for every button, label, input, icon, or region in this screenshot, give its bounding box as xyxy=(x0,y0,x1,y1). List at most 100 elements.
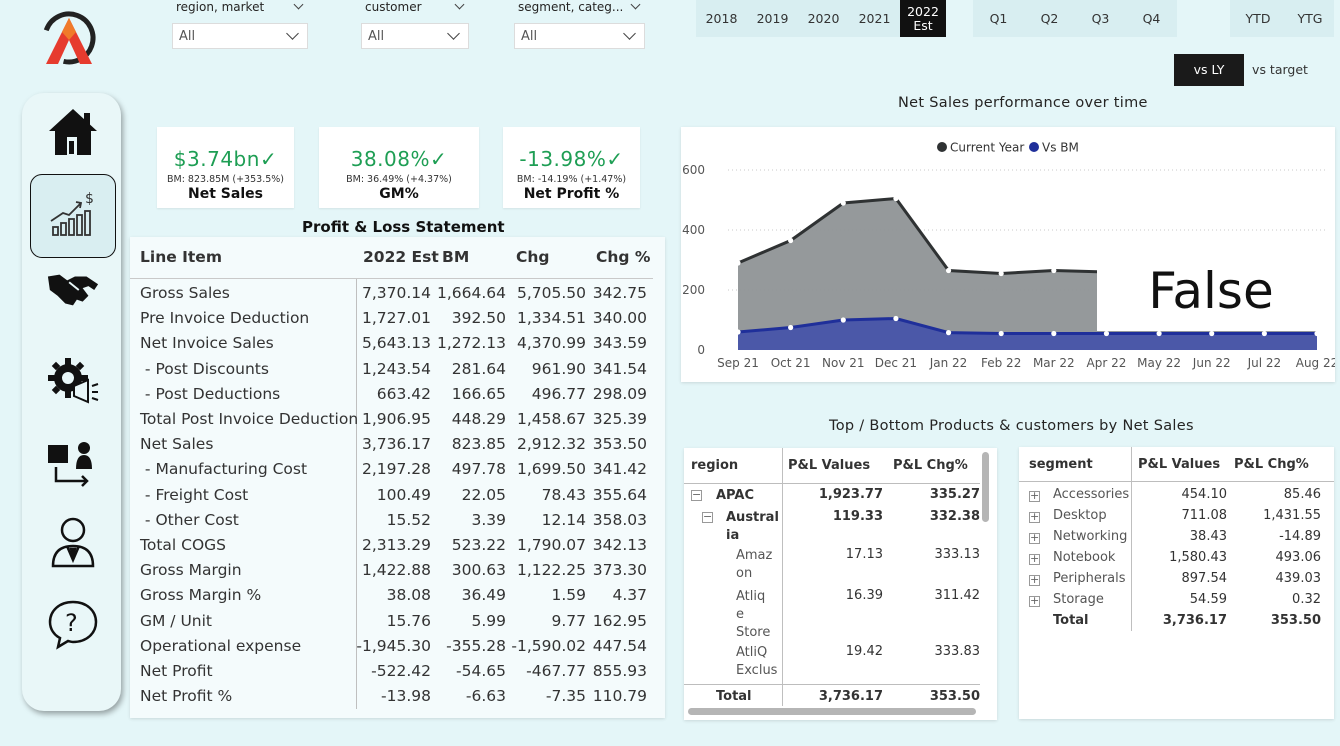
pl-title: Profit & Loss Statement xyxy=(302,218,505,236)
growth-chart-icon[interactable]: $ xyxy=(46,187,100,241)
data-point[interactable] xyxy=(840,200,846,206)
table-row: GM / Unit 15.76 5.99 9.77 162.95 xyxy=(130,609,653,634)
col-header-chg-percent[interactable]: Chg % xyxy=(596,248,650,266)
year-button-2022-est[interactable]: 2022 Est xyxy=(900,0,946,37)
data-point[interactable] xyxy=(893,195,899,202)
filter-select[interactable]: All xyxy=(514,23,645,49)
data-point[interactable] xyxy=(735,329,741,335)
vs-target-button[interactable]: vs target xyxy=(1244,54,1316,86)
filter-customer[interactable]: customer All xyxy=(361,0,469,49)
x-tick-label: Jun 22 xyxy=(1192,356,1231,370)
chevron-down-icon[interactable] xyxy=(454,0,465,10)
col-header-line-item[interactable]: Line Item xyxy=(140,248,222,266)
data-point[interactable] xyxy=(1261,330,1267,337)
col-header-pl-values[interactable]: P&L Values xyxy=(1138,457,1220,472)
year-button-2020[interactable]: 2020 xyxy=(798,0,849,37)
row-label: Net Invoice Sales xyxy=(140,334,274,353)
row-cell: 1.59 xyxy=(551,586,586,605)
ytd-button[interactable]: YTD xyxy=(1230,0,1286,37)
vs-ly-button[interactable]: vs LY xyxy=(1174,54,1244,86)
data-point[interactable] xyxy=(788,237,794,244)
home-icon[interactable] xyxy=(46,105,100,159)
expand-icon[interactable]: + xyxy=(1029,595,1040,607)
x-tick-label: Apr 22 xyxy=(1087,356,1127,370)
collapse-icon[interactable]: − xyxy=(702,511,713,523)
filter-select[interactable]: All xyxy=(172,23,308,49)
data-point[interactable] xyxy=(945,267,952,274)
handshake-icon[interactable] xyxy=(46,263,100,317)
row-cell: 1,699.50 xyxy=(516,460,586,479)
horizontal-scrollbar[interactable] xyxy=(688,708,976,715)
data-point[interactable] xyxy=(1209,330,1215,337)
data-point[interactable] xyxy=(735,260,741,266)
expand-icon[interactable]: + xyxy=(1029,511,1040,523)
segment-chg: -14.89 xyxy=(1279,529,1321,544)
year-button-2019[interactable]: 2019 xyxy=(747,0,798,37)
collapse-icon[interactable]: − xyxy=(691,489,702,501)
row-cell: 342.75 xyxy=(592,284,647,302)
row-cell: 281.64 xyxy=(451,359,506,378)
expand-icon[interactable]: + xyxy=(1029,574,1040,586)
region-name: Amaz on xyxy=(736,548,773,581)
quarter-button-q2[interactable]: Q2 xyxy=(1024,0,1075,37)
legend-label[interactable]: Current Year xyxy=(950,141,1024,155)
settings-megaphone-icon[interactable] xyxy=(46,355,100,409)
col-header-pl-values[interactable]: P&L Values xyxy=(788,458,870,473)
segment-value: 897.54 xyxy=(1181,571,1228,586)
col-header-segment[interactable]: segment xyxy=(1029,457,1093,472)
data-point[interactable] xyxy=(840,317,846,323)
row-cell: 392.50 xyxy=(451,309,506,328)
data-point[interactable] xyxy=(1051,267,1057,274)
row-cell: 166.65 xyxy=(451,384,506,403)
filter-region-market[interactable]: region, market All xyxy=(172,0,308,49)
product-customer-icon[interactable] xyxy=(46,437,100,491)
vertical-scrollbar[interactable] xyxy=(982,452,989,522)
data-point[interactable] xyxy=(945,330,952,336)
x-tick-label: Sep 21 xyxy=(717,356,759,370)
segment-name: Notebook xyxy=(1053,550,1116,565)
column-divider xyxy=(782,448,783,706)
table-row: Gross Margin 1,422.88 300.63 1,122.25 373.30 xyxy=(130,558,653,583)
quarter-button-q1[interactable]: Q1 xyxy=(973,0,1024,37)
help-icon[interactable]: ? xyxy=(46,597,100,651)
filter-label: customer xyxy=(365,0,422,14)
col-header-bm[interactable]: BM xyxy=(442,248,469,266)
year-button-2018[interactable]: 2018 xyxy=(696,0,747,37)
expand-icon[interactable]: + xyxy=(1029,553,1040,565)
col-header-2022-est[interactable]: 2022 Est xyxy=(363,248,439,266)
data-point[interactable] xyxy=(998,270,1004,277)
data-point[interactable] xyxy=(998,330,1004,337)
expand-icon[interactable]: + xyxy=(1029,532,1040,544)
year-button-2021[interactable]: 2021 xyxy=(849,0,900,37)
col-header-pl-chg[interactable]: P&L Chg% xyxy=(1234,457,1309,472)
col-header-chg[interactable]: Chg xyxy=(516,248,550,266)
executive-user-icon[interactable] xyxy=(46,515,100,569)
col-header-pl-chg[interactable]: P&L Chg% xyxy=(893,458,968,473)
col-header-region[interactable]: region xyxy=(691,458,738,473)
data-point[interactable] xyxy=(893,315,899,322)
chevron-down-icon[interactable] xyxy=(293,0,304,10)
segment-name: Peripherals xyxy=(1053,571,1126,586)
table-row: Net Invoice Sales 5,643.13 1,272.13 4,370.9… xyxy=(130,331,653,356)
data-point[interactable] xyxy=(1156,330,1162,337)
expand-icon[interactable]: + xyxy=(1029,490,1040,502)
data-point[interactable] xyxy=(1103,330,1110,337)
row-cell: 4.37 xyxy=(612,586,647,605)
total-label: Total xyxy=(716,689,752,704)
ytg-button[interactable]: YTG xyxy=(1286,0,1334,37)
header-divider xyxy=(684,483,980,484)
legend-label[interactable]: Vs BM xyxy=(1042,141,1079,155)
data-point[interactable] xyxy=(788,324,794,331)
kpi-benchmark: BM: 823.85M (+353.5%) xyxy=(167,174,284,185)
quarter-button-q4[interactable]: Q4 xyxy=(1126,0,1177,37)
quarter-button-q3[interactable]: Q3 xyxy=(1075,0,1126,37)
row-cell: 341.42 xyxy=(592,460,647,479)
filter-select[interactable]: All xyxy=(361,23,469,49)
kpi-label: Net Sales xyxy=(188,186,263,202)
kpi-gm-percent: 38.08%✓ BM: 36.49% (+4.37%) GM% xyxy=(319,127,479,208)
year-sublabel: Est xyxy=(913,17,933,33)
filter-segment-category[interactable]: segment, categ... All xyxy=(514,0,645,49)
data-point[interactable] xyxy=(1314,330,1320,337)
chevron-down-icon[interactable] xyxy=(630,0,641,10)
data-point[interactable] xyxy=(1051,330,1057,337)
